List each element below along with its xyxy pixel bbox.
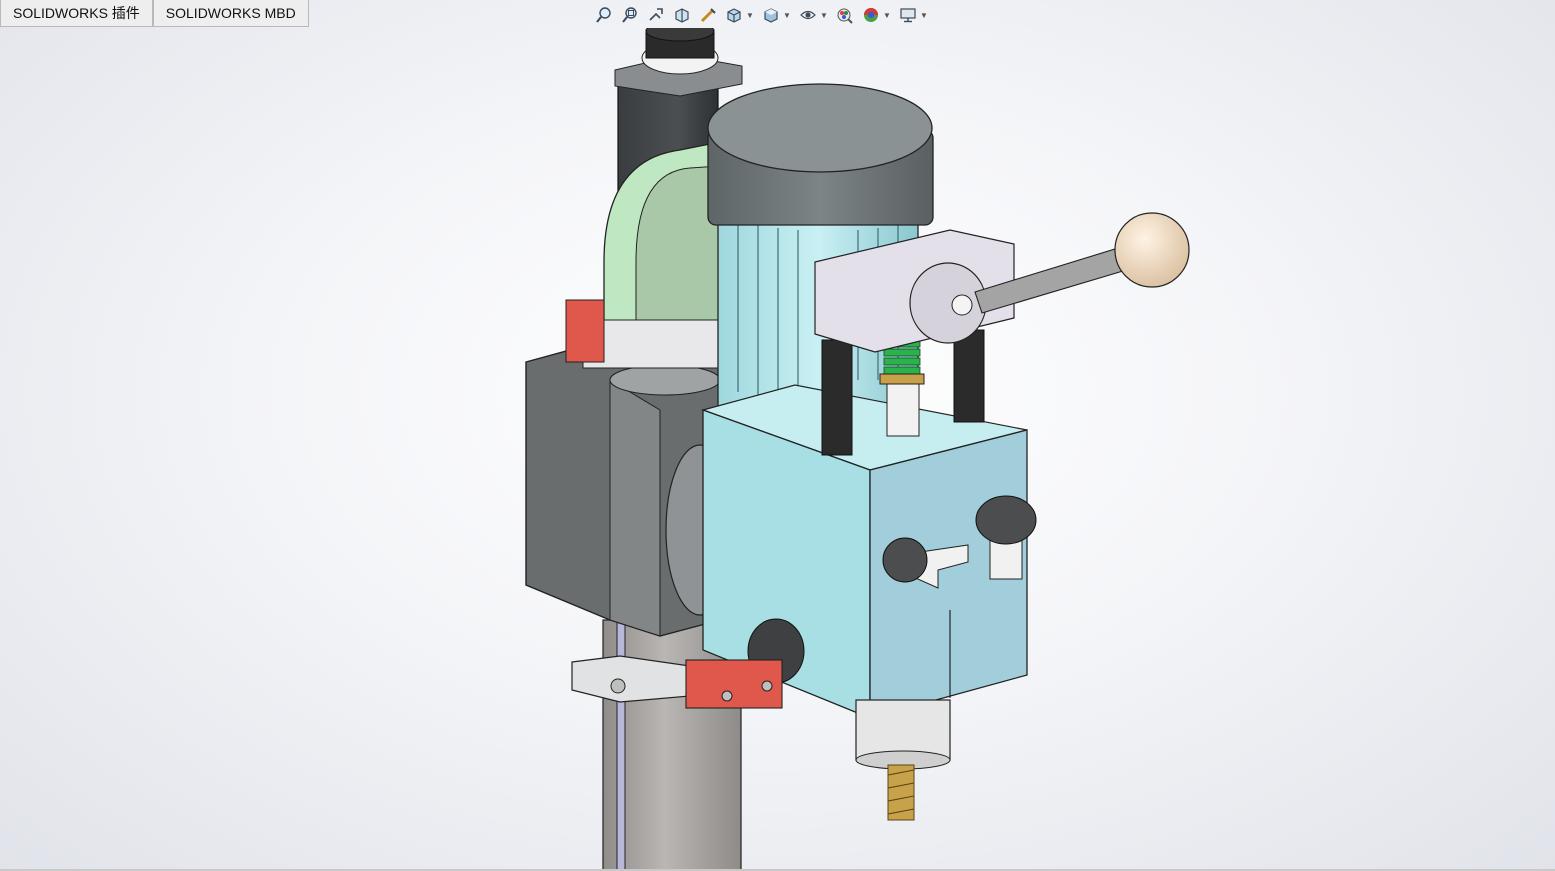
lever-hub[interactable] (909, 262, 987, 344)
lever-hub-bore (951, 294, 973, 316)
previous-view-button[interactable] (645, 4, 667, 26)
zoom-to-area-icon (622, 7, 637, 23)
guide-post-left (821, 339, 853, 456)
guide-post-right (953, 329, 985, 423)
command-manager-tabs: SOLIDWORKS 插件 SOLIDWORKS MBD (0, 0, 309, 27)
view-orientation-caret-icon[interactable]: ▼ (746, 11, 754, 20)
apply-scene-icon (864, 8, 878, 22)
display-style-icon (764, 8, 778, 23)
hide-show-items-button[interactable] (797, 4, 819, 26)
motor-cap-top (707, 83, 933, 173)
lever-ball-handle[interactable] (1114, 212, 1190, 288)
mode-switch-knob[interactable] (975, 495, 1037, 545)
column-clamp[interactable] (571, 655, 691, 703)
dynamic-annotation-button[interactable] (697, 4, 719, 26)
display-style-button[interactable] (760, 4, 782, 26)
view-settings-button[interactable] (897, 4, 919, 26)
speed-selector-knob[interactable] (882, 537, 928, 583)
top-bearing-ring (609, 364, 721, 396)
tab-solidworks-mbd[interactable]: SOLIDWORKS MBD (152, 0, 309, 27)
apply-scene-button[interactable] (860, 4, 882, 26)
monitor-icon (900, 8, 916, 23)
hide-show-items-caret-icon[interactable]: ▼ (820, 11, 828, 20)
zoom-to-area-button[interactable] (619, 4, 641, 26)
previous-view-icon (649, 8, 663, 21)
gearbox-side-face (609, 379, 661, 637)
zoom-to-fit-icon (596, 7, 611, 23)
graphics-area[interactable] (0, 28, 1555, 871)
edit-appearance-icon (837, 8, 853, 24)
display-style-caret-icon[interactable]: ▼ (783, 11, 791, 20)
section-view-icon (675, 8, 689, 23)
switch-screw-left (721, 690, 733, 702)
view-orientation-icon (727, 8, 741, 23)
dynamic-annotation-icon (700, 8, 716, 23)
view-orientation-button[interactable] (723, 4, 745, 26)
clamp-screw (610, 678, 626, 694)
zoom-to-fit-button[interactable] (593, 4, 615, 26)
spring-collar (879, 373, 925, 385)
apply-scene-caret-icon[interactable]: ▼ (883, 11, 891, 20)
edit-appearance-button[interactable] (834, 4, 856, 26)
drill-press-model[interactable] (0, 28, 1555, 871)
hide-show-items-icon (800, 10, 816, 20)
heads-up-view-toolbar: ▼ ▼ ▼ ▼ ▼ (593, 4, 930, 26)
quill-sleeve (886, 379, 920, 437)
limit-switch-upper[interactable] (565, 299, 605, 363)
view-settings-caret-icon[interactable]: ▼ (920, 11, 928, 20)
switch-screw-right (761, 680, 773, 692)
tab-solidworks-addins[interactable]: SOLIDWORKS 插件 (0, 0, 153, 27)
section-view-button[interactable] (671, 4, 693, 26)
